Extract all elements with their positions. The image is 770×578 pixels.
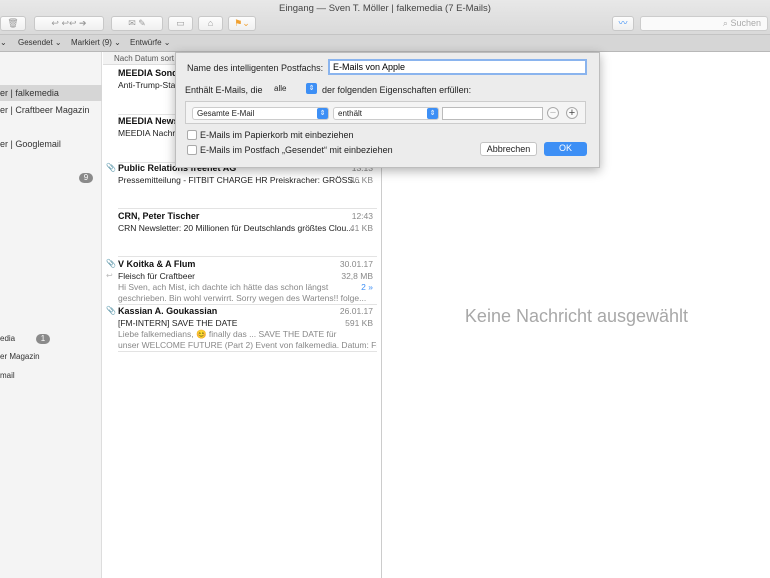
trash-icon: 🗑 bbox=[7, 18, 19, 28]
match-suffix-label: der folgenden Eigenschaften erfüllen: bbox=[322, 85, 472, 95]
ok-button[interactable]: OK bbox=[544, 142, 587, 156]
subject: Fleisch für Craftbeer bbox=[118, 271, 195, 281]
operator-select[interactable]: enthält ⇕ bbox=[333, 107, 439, 120]
smart-mailbox-dialog: Name des intelligenten Postfachs: Enthäl… bbox=[175, 52, 600, 168]
subject: [FM-INTERN] SAVE THE DATE bbox=[118, 318, 238, 328]
search-input[interactable]: ⌕ Suchen bbox=[640, 16, 768, 31]
size: 32,8 MB bbox=[341, 271, 373, 281]
search-placeholder: Suchen bbox=[730, 18, 761, 28]
activity-icon: 〰 bbox=[618, 18, 628, 28]
thread-count[interactable]: 2 » bbox=[361, 282, 373, 292]
sender: Kassian A. Goukassian bbox=[118, 306, 218, 316]
time: 12:43 bbox=[351, 211, 373, 221]
include-sent-label: E-Mails im Postfach „Gesendet“ mit einbe… bbox=[200, 145, 393, 155]
operator-value: enthält bbox=[338, 109, 363, 118]
archive-icon: ▭ bbox=[176, 18, 185, 28]
sidebar-item-craftbeer[interactable]: er | Craftbeer Magazin bbox=[0, 102, 102, 118]
chevron-updown-icon: ⇕ bbox=[306, 83, 317, 94]
match-value: alle bbox=[274, 84, 287, 93]
subject: CRN Newsletter: 20 Millionen für Deutsch… bbox=[118, 223, 354, 233]
include-trash-label: E-Mails im Papierkorb mit einbeziehen bbox=[200, 130, 354, 140]
message-row[interactable]: Kassian A. Goukassian 26.01.17 [FM-INTERN… bbox=[118, 306, 377, 352]
field-select[interactable]: Gesamte E-Mail ⇕ bbox=[192, 107, 329, 120]
activity-button[interactable]: 〰 bbox=[612, 16, 634, 31]
contains-label: Enthält E-Mails, die bbox=[185, 85, 263, 95]
preview: unser WELCOME FUTURE (Part 2) Event von … bbox=[118, 340, 377, 350]
compose-icon: ✉ ✎ bbox=[128, 18, 146, 28]
sender: CRN, Peter Tischer bbox=[118, 211, 200, 221]
reply-group[interactable]: ↩ ↩↩ ➔ bbox=[34, 16, 104, 31]
window-title: Eingang — Sven T. Möller | falkemedia (7… bbox=[279, 3, 491, 14]
size: 591 KB bbox=[345, 318, 373, 328]
empty-viewer-message: Keine Nachricht ausgewählt bbox=[464, 306, 689, 326]
add-criteria-button[interactable]: + bbox=[566, 107, 578, 119]
remove-criteria-button[interactable]: − bbox=[547, 107, 559, 119]
attachment-icon: 📎 bbox=[106, 306, 116, 315]
subject: Pressemitteilung - FITBIT CHARGE HR Prei… bbox=[118, 175, 361, 185]
sender: V Koitka & A Flum bbox=[118, 259, 196, 269]
name-label: Name des intelligenten Postfachs: bbox=[187, 63, 324, 73]
sidebar bbox=[0, 52, 102, 578]
minus-icon: − bbox=[549, 107, 557, 119]
fav-entwuerfe[interactable]: Entwürfe ⌄ bbox=[130, 38, 171, 47]
attachment-icon: 📎 bbox=[106, 163, 116, 172]
preview: geschrieben. Bin wohl verwirrt. Sorry we… bbox=[118, 293, 367, 303]
preview: Hi Sven, ach Mist, ich dachte ich hätte … bbox=[118, 282, 329, 292]
flag-icon: ⚑⌄ bbox=[234, 18, 250, 28]
fav-partial[interactable]: ⌄ bbox=[0, 38, 7, 47]
match-select[interactable]: alle ⇕ bbox=[270, 83, 317, 96]
message-row[interactable]: Public Relations freenet AG 13:13 Pressem… bbox=[118, 163, 377, 209]
fav-gesendet[interactable]: Gesendet ⌄ bbox=[18, 38, 62, 47]
delete-button[interactable]: 🗑 bbox=[0, 16, 26, 31]
size: 46 KB bbox=[349, 175, 373, 185]
reply-icon: ↩ ↩↩ ➔ bbox=[51, 18, 87, 28]
message-row[interactable]: V Koitka & A Flum 30.01.17 Fleisch für Cr… bbox=[118, 259, 377, 305]
archive-button[interactable]: ▭ bbox=[168, 16, 193, 31]
preview: Liebe falkemedians, 😊 finally das ... SA… bbox=[118, 329, 337, 339]
field-value: Gesamte E-Mail bbox=[197, 109, 255, 118]
time: 30.01.17 bbox=[339, 259, 373, 269]
sidebar-item-falkemedia-2[interactable]: edia bbox=[0, 331, 102, 347]
attachment-icon: 📎 bbox=[106, 259, 116, 268]
new-mail-button[interactable]: ✉ ✎ bbox=[111, 16, 163, 31]
chevron-updown-icon: ⇕ bbox=[427, 108, 438, 119]
mailbox-name-input[interactable] bbox=[328, 59, 587, 75]
unread-badge: 1 bbox=[36, 334, 50, 344]
unread-badge: 9 bbox=[79, 173, 93, 183]
junk-button[interactable]: ⌂ bbox=[198, 16, 223, 31]
include-trash-checkbox[interactable] bbox=[187, 130, 197, 140]
time: 26.01.17 bbox=[339, 306, 373, 316]
sidebar-item-falkemedia[interactable]: er | falkemedia bbox=[0, 85, 102, 101]
sidebar-item-craftbeer-2[interactable]: er Magazin bbox=[0, 349, 102, 365]
flag-button[interactable]: ⚑⌄ bbox=[228, 16, 256, 31]
include-sent-checkbox[interactable] bbox=[187, 145, 197, 155]
plus-icon: + bbox=[568, 107, 576, 119]
junk-icon: ⌂ bbox=[207, 18, 214, 28]
sidebar-item-googlemail-2[interactable]: mail bbox=[0, 368, 102, 384]
fav-markiert[interactable]: Markiert (9) ⌄ bbox=[71, 38, 121, 47]
cancel-button[interactable]: Abbrechen bbox=[480, 142, 537, 156]
sidebar-item-googlemail[interactable]: er | Googlemail bbox=[0, 136, 102, 152]
chevron-updown-icon: ⇕ bbox=[317, 108, 328, 119]
criteria-value-input[interactable] bbox=[442, 107, 543, 120]
message-row[interactable]: CRN, Peter Tischer 12:43 CRN Newsletter: … bbox=[118, 211, 377, 257]
replied-icon: ↩ bbox=[106, 271, 113, 280]
size: 41 KB bbox=[349, 223, 373, 233]
